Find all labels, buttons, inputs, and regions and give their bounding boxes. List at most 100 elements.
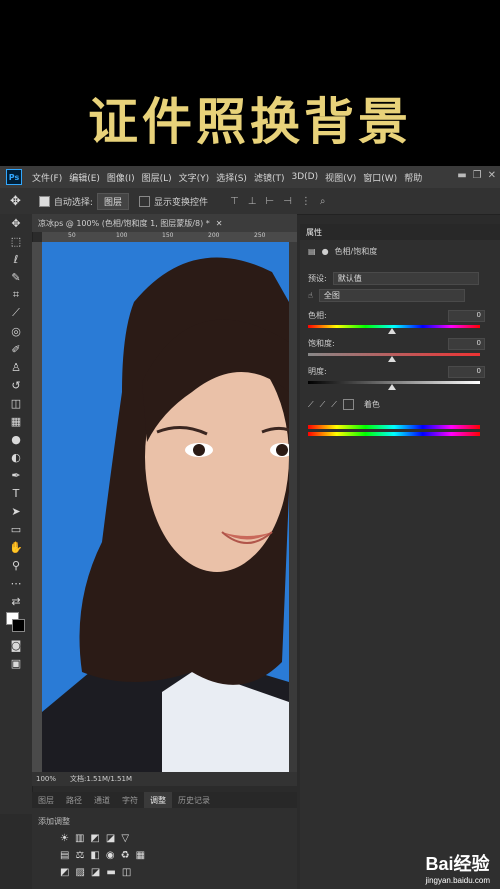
photo-filter-icon[interactable]: ◉ xyxy=(106,850,115,861)
distribute-icon[interactable]: ⋮ xyxy=(301,196,311,207)
status-bar: 100% 文档:1.51M/1.51M xyxy=(32,772,297,786)
watermark-brand: Bai经验 xyxy=(425,854,490,874)
close-tab-icon[interactable]: ✕ xyxy=(216,219,223,228)
align-top-icon[interactable]: ⊤ xyxy=(230,196,239,207)
vertical-ruler xyxy=(32,242,42,772)
dodge-tool[interactable]: ◐ xyxy=(0,448,32,466)
tab-layers[interactable]: 图层 xyxy=(32,795,60,806)
menu-type[interactable]: 文字(Y) xyxy=(179,171,210,184)
menu-help[interactable]: 帮助 xyxy=(404,171,422,184)
invert-icon[interactable]: ◩ xyxy=(60,867,69,878)
auto-select-dropdown[interactable]: 图层 xyxy=(96,192,129,210)
menu-file[interactable]: 文件(F) xyxy=(32,171,62,184)
transform-controls-checkbox[interactable] xyxy=(138,195,150,207)
menu-layer[interactable]: 图层(L) xyxy=(142,171,172,184)
search-icon[interactable]: ⌕ xyxy=(320,196,326,207)
more-tools-icon[interactable]: ⋯ xyxy=(0,574,32,592)
marquee-tool[interactable]: ⬚ xyxy=(0,232,32,250)
color-balance-icon[interactable]: ⚖ xyxy=(75,850,84,861)
channel-dropdown[interactable]: 全图 xyxy=(318,289,465,302)
tab-channels[interactable]: 通道 xyxy=(88,795,116,806)
properties-tab[interactable]: 属性 xyxy=(300,224,500,240)
swap-colors-icon[interactable]: ⇄ xyxy=(0,592,32,610)
preset-dropdown[interactable]: 默认值 xyxy=(332,272,479,285)
gradient-tool[interactable]: ▦ xyxy=(0,412,32,430)
hue-value[interactable]: 0 xyxy=(448,310,485,322)
menu-window[interactable]: 窗口(W) xyxy=(363,171,397,184)
hand-tool[interactable]: ✋ xyxy=(0,538,32,556)
menu-3d[interactable]: 3D(D) xyxy=(291,172,318,182)
lasso-tool[interactable]: ℓ xyxy=(0,250,32,268)
posterize-icon[interactable]: ▨ xyxy=(75,867,84,878)
tab-adjustments[interactable]: 调整 xyxy=(144,792,172,808)
saturation-value[interactable]: 0 xyxy=(448,338,485,350)
tab-history[interactable]: 历史记录 xyxy=(172,795,216,806)
eyedropper-tool[interactable]: ⟋ xyxy=(0,304,32,322)
move-tool-icon[interactable]: ✥ xyxy=(10,194,21,209)
menu-view[interactable]: 视图(V) xyxy=(325,171,356,184)
video-banner: 证件照换背景 xyxy=(0,0,500,165)
color-swatches[interactable] xyxy=(0,610,32,636)
shape-tool[interactable]: ▭ xyxy=(0,520,32,538)
background-color[interactable] xyxy=(12,619,25,632)
mask-icon[interactable]: ● xyxy=(322,247,329,256)
gradient-map-icon[interactable]: ▬ xyxy=(106,867,115,878)
threshold-icon[interactable]: ◪ xyxy=(91,867,100,878)
eraser-tool[interactable]: ◫ xyxy=(0,394,32,412)
adjustments-panel: 图层 路径 通道 字符 调整 历史记录 添加调整 ☀ ▥ ◩ ◪ ▽ ▤ ⚖ ◧… xyxy=(32,792,297,889)
eyedropper-minus-icon[interactable]: ⟋ xyxy=(331,400,337,410)
minimize-icon[interactable]: ▬ xyxy=(457,170,466,181)
exposure-icon[interactable]: ◪ xyxy=(106,833,115,844)
type-tool[interactable]: T xyxy=(0,484,32,502)
quick-mask-icon[interactable]: ◙ xyxy=(0,636,32,654)
document-tab[interactable]: 凉冰ps @ 100% (色相/饱和度 1, 图层蒙版/8) * ✕ xyxy=(32,214,297,232)
levels-icon[interactable]: ▥ xyxy=(75,833,84,844)
selective-color-icon[interactable]: ◫ xyxy=(122,867,131,878)
align-middle-icon[interactable]: ⊥ xyxy=(248,196,257,207)
color-lookup-icon[interactable]: ▦ xyxy=(136,850,145,861)
screen-mode-icon[interactable]: ▣ xyxy=(0,654,32,672)
menu-image[interactable]: 图像(I) xyxy=(107,171,135,184)
hue-sat-icon[interactable]: ▤ xyxy=(60,850,69,861)
eyedropper-plus-icon[interactable]: ⟋ xyxy=(320,400,326,410)
vibrance-icon[interactable]: ▽ xyxy=(121,833,129,844)
document-tab-title: 凉冰ps @ 100% (色相/饱和度 1, 图层蒙版/8) * xyxy=(38,218,210,228)
brush-tool[interactable]: ✐ xyxy=(0,340,32,358)
stamp-tool[interactable]: ♙ xyxy=(0,358,32,376)
lightness-value[interactable]: 0 xyxy=(448,366,485,378)
tab-paths[interactable]: 路径 xyxy=(60,795,88,806)
auto-select-checkbox[interactable] xyxy=(38,195,50,207)
align-left-icon[interactable]: ⊢ xyxy=(265,196,274,207)
menu-filter[interactable]: 滤镜(T) xyxy=(254,171,285,184)
align-center-icon[interactable]: ⊣ xyxy=(283,196,292,207)
channel-row: ☝ 全图 xyxy=(308,289,465,302)
history-brush-tool[interactable]: ↺ xyxy=(0,376,32,394)
restore-icon[interactable]: ❐ xyxy=(473,170,482,181)
crop-tool[interactable]: ⌗ xyxy=(0,286,32,304)
image-canvas[interactable] xyxy=(42,242,289,772)
black-white-icon[interactable]: ◧ xyxy=(90,850,99,861)
eyedropper-icon[interactable]: ⟋ xyxy=(308,400,314,410)
hue-slider-knob[interactable] xyxy=(388,328,396,334)
blur-tool[interactable]: ● xyxy=(0,430,32,448)
curves-icon[interactable]: ◩ xyxy=(90,833,99,844)
saturation-slider-knob[interactable] xyxy=(388,356,396,362)
close-icon[interactable]: ✕ xyxy=(488,170,496,181)
pen-tool[interactable]: ✒ xyxy=(0,466,32,484)
canvas-scrollbar[interactable] xyxy=(289,242,297,772)
adjustment-icons-row: ☀ ▥ ◩ ◪ ▽ xyxy=(60,833,297,844)
preset-label: 预设: xyxy=(308,274,327,283)
zoom-tool[interactable]: ⚲ xyxy=(0,556,32,574)
brightness-icon[interactable]: ☀ xyxy=(60,833,69,844)
tab-character[interactable]: 字符 xyxy=(116,795,144,806)
lightness-slider-knob[interactable] xyxy=(388,384,396,390)
menu-select[interactable]: 选择(S) xyxy=(216,171,247,184)
move-tool[interactable]: ✥ xyxy=(0,214,32,232)
healing-tool[interactable]: ◎ xyxy=(0,322,32,340)
colorize-checkbox[interactable] xyxy=(342,399,354,410)
path-select-tool[interactable]: ➤ xyxy=(0,502,32,520)
quick-select-tool[interactable]: ✎ xyxy=(0,268,32,286)
channel-mixer-icon[interactable]: ♻ xyxy=(121,850,130,861)
menu-edit[interactable]: 编辑(E) xyxy=(69,171,100,184)
target-adjust-icon[interactable]: ☝ xyxy=(308,291,313,300)
